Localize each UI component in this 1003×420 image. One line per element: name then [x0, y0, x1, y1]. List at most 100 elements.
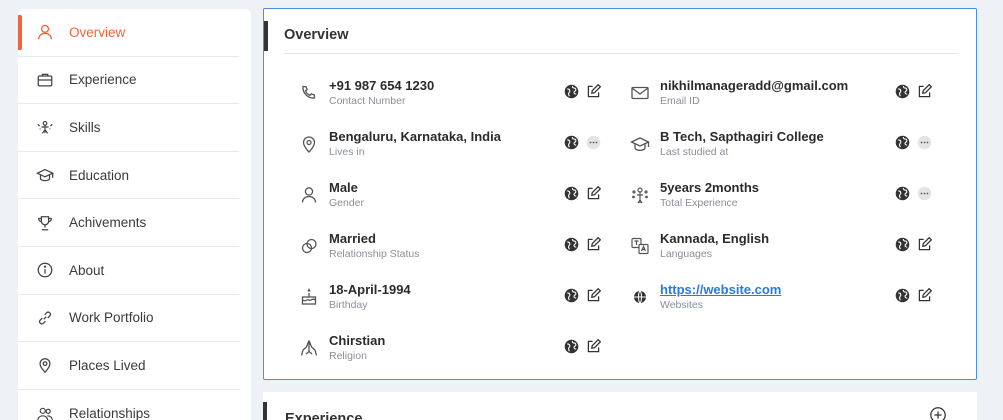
edit-icon[interactable]: [915, 286, 933, 304]
title-accent-bar: [264, 21, 268, 51]
edit-icon[interactable]: [584, 286, 602, 304]
globe-visibility-icon[interactable]: [562, 184, 580, 202]
globe-visibility-icon[interactable]: [562, 235, 580, 253]
cake-icon: [298, 286, 320, 308]
field-caption: Birthday: [329, 299, 368, 311]
edit-icon[interactable]: [915, 235, 933, 253]
field-birthday: 18-April-1994 Birthday: [286, 282, 606, 318]
field-religion: Chirstian Religion: [286, 333, 606, 369]
sidebar-item-places-lived[interactable]: Places Lived: [18, 342, 239, 390]
sidebar-item-label: Education: [69, 167, 130, 183]
field-email: nikhilmanageradd@gmail.com Email ID: [617, 78, 937, 114]
field-contact-number: +91 987 654 1230 Contact Number: [286, 78, 606, 114]
field-relationship-status: Married Relationship Status: [286, 231, 606, 267]
sidebar-item-label: Skills: [69, 119, 101, 135]
rings-icon: [298, 235, 320, 257]
phone-icon: [298, 82, 320, 104]
field-value: Kannada, English: [660, 231, 770, 246]
field-education: B Tech, Sapthagiri College Last studied …: [617, 129, 937, 165]
sidebar-item-label: About: [69, 262, 105, 278]
location-pin-icon: [36, 356, 54, 374]
sidebar-item-label: Work Portfolio: [69, 310, 154, 326]
info-icon: [36, 261, 54, 279]
sidebar-item-label: Achivements: [69, 215, 147, 231]
sidebar-item-skills[interactable]: Skills: [18, 104, 239, 152]
field-value: nikhilmanageradd@gmail.com: [660, 78, 849, 93]
globe-visibility-icon[interactable]: [893, 235, 911, 253]
field-total-experience: 5years 2months Total Experience: [617, 180, 937, 216]
globe-visibility-icon[interactable]: [562, 133, 580, 151]
sidebar-item-label: Relationships: [69, 406, 151, 420]
card-title: Experience: [285, 411, 363, 420]
globe-visibility-icon[interactable]: [893, 286, 911, 304]
website-link[interactable]: https://website.com: [660, 282, 781, 297]
field-value: 5years 2months: [660, 180, 759, 195]
person-icon: [36, 23, 54, 41]
sidebar-item-work-portfolio[interactable]: Work Portfolio: [18, 295, 239, 343]
sidebar-item-label: Overview: [69, 24, 126, 40]
sidebar-item-overview[interactable]: Overview: [18, 9, 239, 57]
field-languages: Kannada, English Languages: [617, 231, 937, 267]
people-icon: [36, 405, 54, 420]
sidebar-item-achievements[interactable]: Achivements: [18, 199, 239, 247]
trophy-icon: [36, 214, 54, 232]
briefcase-icon: [36, 71, 54, 89]
profile-sidebar: Overview Experience Skills Education Ach…: [18, 9, 251, 420]
graduation-cap-icon: [629, 133, 651, 155]
sidebar-item-label: Experience: [69, 72, 137, 88]
field-value: Male: [329, 180, 358, 195]
field-caption: Total Experience: [660, 197, 738, 209]
more-options-icon[interactable]: [915, 133, 933, 151]
field-caption: Last studied at: [660, 146, 729, 158]
overview-card: Overview +91 987 654 1230 Contact Number…: [263, 8, 977, 380]
more-options-icon[interactable]: [584, 133, 602, 151]
field-caption: Contact Number: [329, 95, 406, 107]
field-lives-in: Bengaluru, Karnataka, India Lives in: [286, 129, 606, 165]
field-value: +91 987 654 1230: [329, 78, 435, 93]
globe-visibility-icon[interactable]: [562, 286, 580, 304]
edit-icon[interactable]: [584, 184, 602, 202]
skills-icon: [36, 118, 54, 136]
more-options-icon[interactable]: [915, 184, 933, 202]
field-caption: Relationship Status: [329, 248, 420, 260]
location-pin-icon: [298, 133, 320, 155]
praying-hands-icon: [298, 337, 320, 359]
person-icon: [298, 184, 320, 206]
edit-icon[interactable]: [584, 82, 602, 100]
globe-visibility-icon[interactable]: [562, 82, 580, 100]
field-caption: Gender: [329, 197, 365, 209]
sidebar-item-relationships[interactable]: Relationships: [18, 390, 239, 420]
field-value: Chirstian: [329, 333, 386, 348]
experience-icon: [629, 184, 651, 206]
field-caption: Lives in: [329, 146, 365, 158]
globe-visibility-icon[interactable]: [893, 184, 911, 202]
card-title: Overview: [284, 27, 349, 43]
link-icon: [36, 309, 54, 327]
field-value: Bengaluru, Karnataka, India: [329, 129, 501, 144]
globe-icon: [629, 286, 651, 308]
edit-icon[interactable]: [584, 235, 602, 253]
divider: [284, 53, 958, 54]
field-caption: Websites: [660, 299, 703, 311]
field-value: Married: [329, 231, 376, 246]
field-value: 18-April-1994: [329, 282, 411, 297]
sidebar-item-experience[interactable]: Experience: [18, 57, 239, 105]
mail-icon: [629, 82, 651, 104]
globe-visibility-icon[interactable]: [893, 133, 911, 151]
title-accent-bar: [263, 402, 267, 420]
field-caption: Languages: [660, 248, 712, 260]
graduation-cap-icon: [36, 166, 54, 184]
globe-visibility-icon[interactable]: [562, 337, 580, 355]
plus-circle-icon[interactable]: [929, 406, 947, 420]
edit-icon[interactable]: [584, 337, 602, 355]
edit-icon[interactable]: [915, 82, 933, 100]
sidebar-item-about[interactable]: About: [18, 247, 239, 295]
field-caption: Email ID: [660, 95, 700, 107]
translate-icon: [629, 235, 651, 257]
sidebar-item-label: Places Lived: [69, 357, 146, 373]
experience-card: Experience: [263, 392, 977, 420]
field-gender: Male Gender: [286, 180, 606, 216]
field-value: B Tech, Sapthagiri College: [660, 129, 824, 144]
globe-visibility-icon[interactable]: [893, 82, 911, 100]
sidebar-item-education[interactable]: Education: [18, 152, 239, 200]
